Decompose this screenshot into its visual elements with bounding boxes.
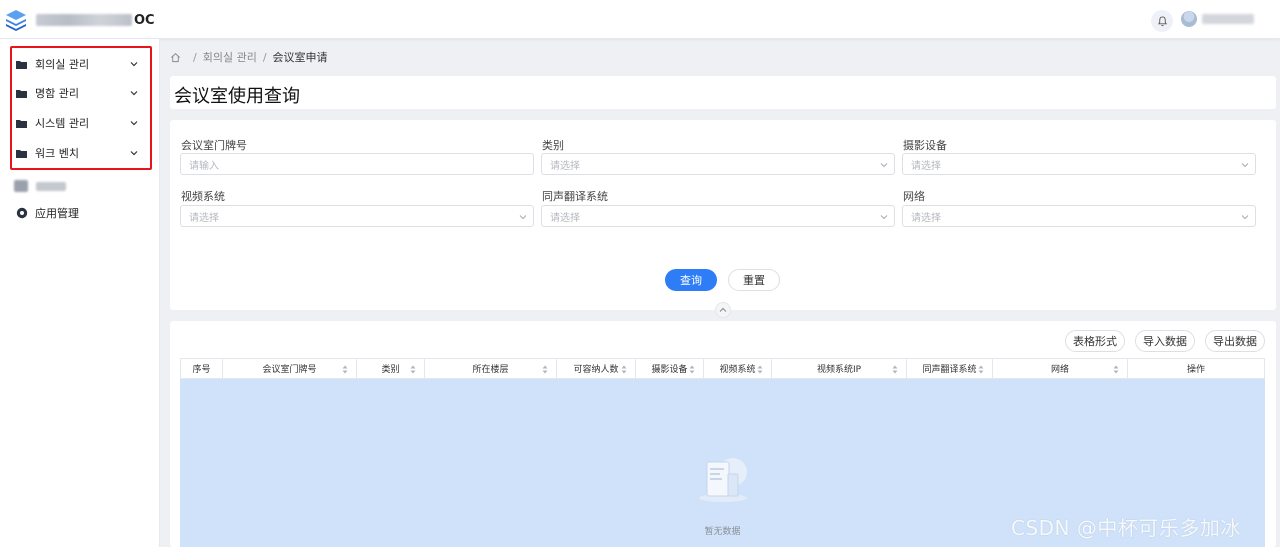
sidebar-item-business-card[interactable]: 명함 관리	[16, 83, 142, 103]
sort-icon[interactable]	[410, 365, 416, 374]
user-name-blurred[interactable]	[1202, 14, 1254, 24]
sidebar: 회의실 관리 명함 관리 시스템 관리 워크 벤치 应用管理	[0, 39, 160, 547]
breadcrumb: / 회의실 관리 / 会议室申请	[170, 49, 328, 65]
page-title: 会议室使用查询	[174, 86, 300, 107]
sidebar-item-system[interactable]: 시스템 관리	[16, 113, 142, 133]
gear-icon	[16, 207, 28, 219]
sort-icon[interactable]	[757, 365, 763, 374]
chevron-down-icon	[1241, 163, 1249, 168]
watermark: CSDN @中杯可乐多加冰	[1011, 516, 1241, 540]
home-icon[interactable]	[170, 52, 181, 63]
video-system-placeholder: 请选择	[189, 212, 219, 224]
chevron-down-icon	[880, 215, 888, 220]
avatar[interactable]	[1181, 11, 1197, 27]
table-form-button[interactable]: 表格形式	[1065, 330, 1125, 352]
folder-icon	[16, 89, 27, 98]
chevron-down-icon	[880, 163, 888, 168]
video-system-label: 视频系统	[181, 190, 225, 203]
breadcrumb-current: 会议室申请	[272, 51, 328, 64]
filter-panel: 会议室门牌号 请输入 类别 请选择 摄影设备 请选择 视频系统 请选择 同声翻译…	[170, 120, 1276, 318]
chevron-down-icon	[130, 151, 138, 156]
folder-icon	[16, 149, 27, 158]
chevron-down-icon	[130, 62, 138, 67]
category-select[interactable]: 请选择	[541, 153, 895, 175]
top-bar: OC	[0, 0, 1280, 39]
query-button[interactable]: 查询	[665, 269, 717, 291]
camera-placeholder: 请选择	[911, 160, 941, 172]
chevron-down-icon	[130, 121, 138, 126]
column-header[interactable]: 同声翻译系统	[907, 359, 993, 378]
translation-select[interactable]: 请选择	[541, 205, 895, 227]
empty-data-icon	[699, 458, 747, 502]
column-header: 操作	[1186, 365, 1205, 375]
sidebar-item-label: 명함 관리	[35, 87, 79, 100]
chevron-down-icon	[130, 91, 138, 96]
breadcrumb-separator: /	[193, 50, 197, 64]
camera-label: 摄影设备	[903, 139, 947, 152]
room-no-label: 会议室门牌号	[181, 139, 247, 152]
camera-select[interactable]: 请选择	[902, 153, 1256, 175]
sort-icon[interactable]	[892, 365, 898, 374]
column-header[interactable]: 视频系统	[704, 359, 772, 378]
title-card: 会议室使用查询	[170, 76, 1276, 109]
chevron-down-icon	[519, 215, 527, 220]
sidebar-item-label: 워크 벤치	[35, 147, 79, 160]
room-no-placeholder: 请输入	[189, 160, 219, 172]
breadcrumb-parent[interactable]: 회의실 관리	[203, 49, 257, 65]
column-header: 序号	[181, 359, 223, 378]
column-header[interactable]: 可容纳人数	[557, 359, 636, 378]
column-header[interactable]: 摄影设备	[636, 359, 704, 378]
sidebar-item-label: 회의실 관리	[35, 58, 90, 71]
logo-icon[interactable]	[4, 8, 28, 32]
sidebar-item-blurred[interactable]	[14, 179, 66, 193]
import-data-button[interactable]: 导入数据	[1135, 330, 1195, 352]
network-select[interactable]: 请选择	[902, 205, 1256, 227]
folder-icon	[16, 119, 27, 128]
app-name-suffix: OC	[134, 12, 155, 28]
column-header[interactable]: 网络	[993, 359, 1128, 378]
sidebar-item-meeting-room[interactable]: 회의실 관리	[16, 54, 142, 74]
column-header[interactable]: 类别	[357, 359, 425, 378]
network-placeholder: 请选择	[911, 212, 941, 224]
export-data-button[interactable]: 导出数据	[1205, 330, 1265, 352]
sort-icon[interactable]	[689, 365, 695, 374]
app-name: OC	[36, 12, 155, 28]
video-system-select[interactable]: 请选择	[180, 205, 534, 227]
sidebar-item-app-management[interactable]: 应用管理	[16, 203, 79, 223]
sort-icon[interactable]	[621, 365, 627, 374]
folder-icon	[16, 60, 27, 69]
sort-icon[interactable]	[978, 365, 984, 374]
room-no-input[interactable]: 请输入	[180, 153, 534, 175]
notification-button[interactable]	[1151, 10, 1173, 32]
bell-icon	[1157, 15, 1167, 26]
sidebar-item-label: 시스템 관리	[35, 117, 90, 130]
network-label: 网络	[903, 190, 925, 203]
reset-button[interactable]: 重置	[728, 269, 780, 291]
sidebar-item-label: 应用管理	[35, 207, 79, 220]
collapse-button[interactable]	[715, 302, 731, 318]
chevron-up-icon	[719, 307, 727, 312]
sort-icon[interactable]	[542, 365, 548, 374]
breadcrumb-separator: /	[262, 50, 267, 64]
chevron-down-icon	[1241, 215, 1249, 220]
app-name-blurred	[36, 14, 132, 26]
category-label: 类别	[542, 139, 564, 152]
column-header[interactable]: 视频系统IP	[772, 359, 907, 378]
category-placeholder: 请选择	[550, 160, 580, 172]
translation-label: 同声翻译系统	[542, 190, 608, 203]
sort-icon[interactable]	[1113, 365, 1119, 374]
table-header: 序号 会议室门牌号 类别 所在楼层 可容纳人数 摄影设备 视频系统 视频系统IP…	[180, 358, 1265, 379]
sidebar-item-workbench[interactable]: 워크 벤치	[16, 143, 142, 163]
sort-icon[interactable]	[342, 365, 348, 374]
translation-placeholder: 请选择	[550, 212, 580, 224]
column-header[interactable]: 会议室门牌号	[223, 359, 357, 378]
column-header[interactable]: 所在楼层	[425, 359, 557, 378]
